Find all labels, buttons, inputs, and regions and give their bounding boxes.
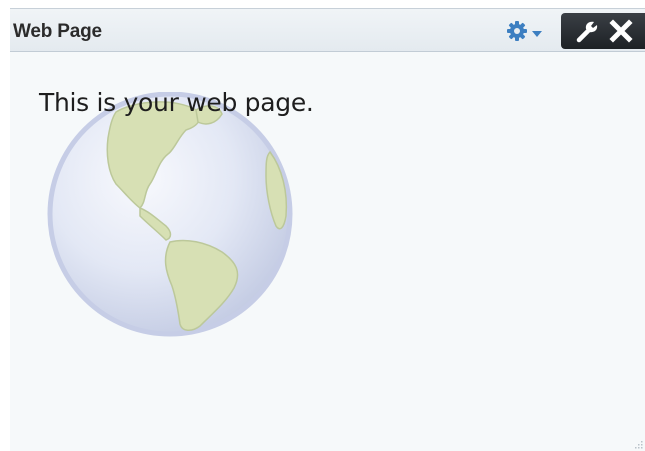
portlet-header: Web Page (10, 8, 645, 52)
close-icon (609, 19, 633, 43)
web-page-message: This is your web page. (39, 88, 314, 117)
chevron-down-icon (532, 31, 542, 37)
globe-icon (47, 92, 293, 337)
resize-grip-icon[interactable] (633, 439, 643, 449)
portlet-content: This is your web page. (10, 52, 645, 451)
close-button[interactable] (608, 19, 634, 43)
edit-button[interactable] (575, 19, 601, 43)
portlet-menu-button[interactable] (506, 20, 552, 44)
web-page-portlet: Web Page This is your web page. (10, 8, 645, 451)
portlet-actions (561, 13, 645, 49)
portlet-title: Web Page (13, 21, 102, 42)
wrench-icon (576, 21, 598, 43)
